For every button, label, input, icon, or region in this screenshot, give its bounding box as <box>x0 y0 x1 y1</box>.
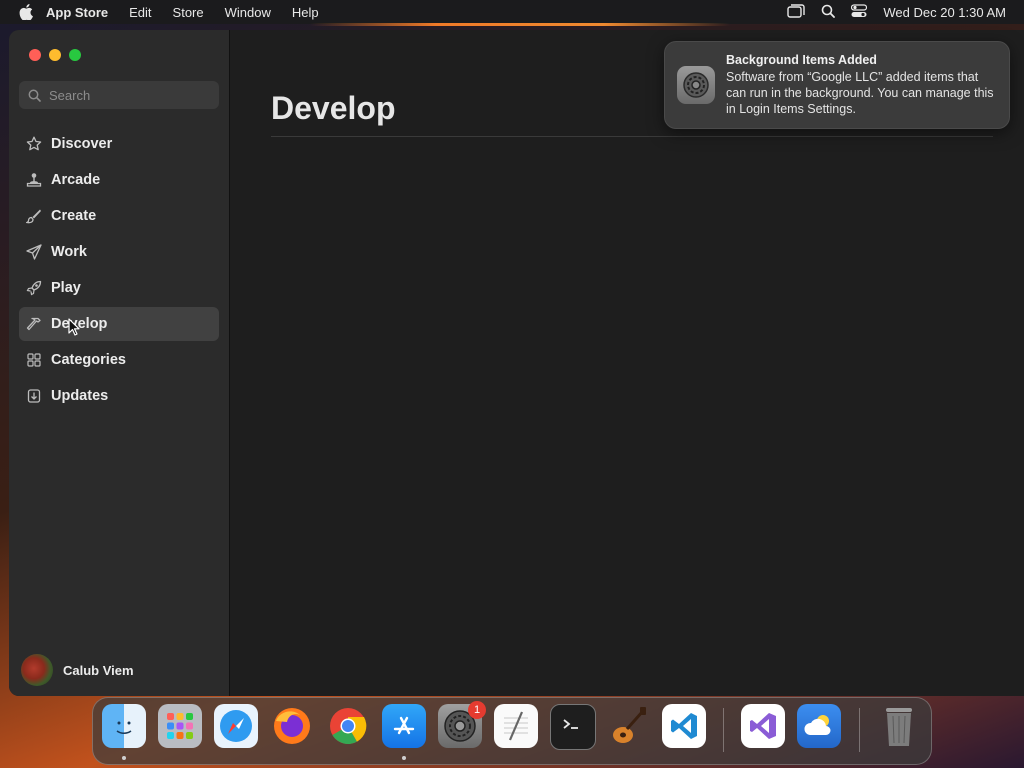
weather-icon[interactable] <box>797 704 841 748</box>
sidebar-item-label: Work <box>51 244 87 260</box>
sidebar-item-arcade[interactable]: Arcade <box>19 163 219 197</box>
menu-bar: App Store Edit Store Window Help Wed Dec… <box>0 0 1024 24</box>
notification-title: Background Items Added <box>726 53 877 67</box>
notification-body: Software from “Google LLC” added items t… <box>726 70 994 116</box>
sidebar-item-label: Discover <box>51 136 113 152</box>
sidebar-item-updates[interactable]: Updates <box>19 379 219 413</box>
star-icon <box>25 135 43 153</box>
finder-icon[interactable] <box>102 704 146 748</box>
menu-window[interactable]: Window <box>225 5 271 20</box>
menu-edit[interactable]: Edit <box>129 5 151 20</box>
brush-icon <box>25 207 43 225</box>
garageband-icon[interactable] <box>606 704 650 748</box>
grid-icon <box>25 351 43 369</box>
visual-studio-icon[interactable] <box>741 704 785 748</box>
firefox-icon[interactable] <box>270 704 314 748</box>
dock-separator <box>723 708 724 752</box>
sidebar-item-categories[interactable]: Categories <box>19 343 219 377</box>
rocket-icon <box>25 279 43 297</box>
sidebar: Search Discover Arcade Create Work Play … <box>9 30 230 696</box>
joystick-icon <box>25 171 43 189</box>
sidebar-item-label: Updates <box>51 388 109 404</box>
trash-icon[interactable] <box>877 704 921 748</box>
download-icon <box>25 387 43 405</box>
safari-icon[interactable] <box>214 704 258 748</box>
vscode-icon[interactable] <box>662 704 706 748</box>
search-icon <box>28 89 41 102</box>
dock: 1 <box>92 697 932 765</box>
textedit-icon[interactable] <box>494 704 538 748</box>
app-store-running-dot <box>402 756 406 760</box>
sidebar-item-label: Create <box>51 208 97 224</box>
menu-app-name[interactable]: App Store <box>46 5 108 20</box>
sidebar-item-work[interactable]: Work <box>19 235 219 269</box>
window-switch-icon[interactable] <box>787 3 806 21</box>
page-title: Develop <box>271 90 396 126</box>
sidebar-item-create[interactable]: Create <box>19 199 219 233</box>
close-button[interactable] <box>29 49 41 61</box>
menubar-datetime[interactable]: Wed Dec 20 1:30 AM <box>883 5 1006 20</box>
minimize-button[interactable] <box>49 49 61 61</box>
sidebar-item-label: Categories <box>51 352 126 368</box>
avatar <box>21 654 53 686</box>
sidebar-item-label: Play <box>51 280 81 296</box>
main-content: Develop <box>230 30 1024 696</box>
search-placeholder: Search <box>49 87 91 103</box>
paper-plane-icon <box>25 243 43 261</box>
notification-banner[interactable]: Background Items Added Software from “Go… <box>664 41 1010 129</box>
mouse-cursor-icon <box>68 318 80 341</box>
menu-store[interactable]: Store <box>173 5 204 20</box>
settings-badge: 1 <box>468 701 486 719</box>
title-divider <box>271 136 993 137</box>
apple-menu-icon[interactable] <box>18 4 34 20</box>
app-store-window: Search Discover Arcade Create Work Play … <box>9 30 1024 696</box>
traffic-lights <box>29 49 81 61</box>
terminal-icon[interactable] <box>550 704 596 750</box>
launchpad-icon[interactable] <box>158 704 202 748</box>
settings-gear-icon <box>677 66 715 104</box>
dock-separator <box>859 708 860 752</box>
system-settings-icon[interactable]: 1 <box>438 701 486 748</box>
sidebar-item-play[interactable]: Play <box>19 271 219 305</box>
menu-help[interactable]: Help <box>292 5 319 20</box>
app-store-icon[interactable] <box>382 704 426 748</box>
search-field[interactable]: Search <box>19 81 219 109</box>
spotlight-search-icon[interactable] <box>821 4 836 21</box>
zoom-button[interactable] <box>69 49 81 61</box>
finder-running-dot <box>122 756 126 760</box>
sidebar-item-label: Arcade <box>51 172 101 188</box>
wallpaper-highlight <box>310 23 730 26</box>
sidebar-item-discover[interactable]: Discover <box>19 127 219 161</box>
hammer-icon <box>25 315 43 333</box>
sidebar-nav: Discover Arcade Create Work Play Develop… <box>19 127 219 415</box>
control-center-icon[interactable] <box>851 3 868 21</box>
sidebar-item-develop[interactable]: Develop <box>19 307 219 341</box>
account-button[interactable]: Calub Viem <box>21 654 134 686</box>
chrome-icon[interactable] <box>326 704 370 748</box>
user-name: Calub Viem <box>63 662 134 678</box>
